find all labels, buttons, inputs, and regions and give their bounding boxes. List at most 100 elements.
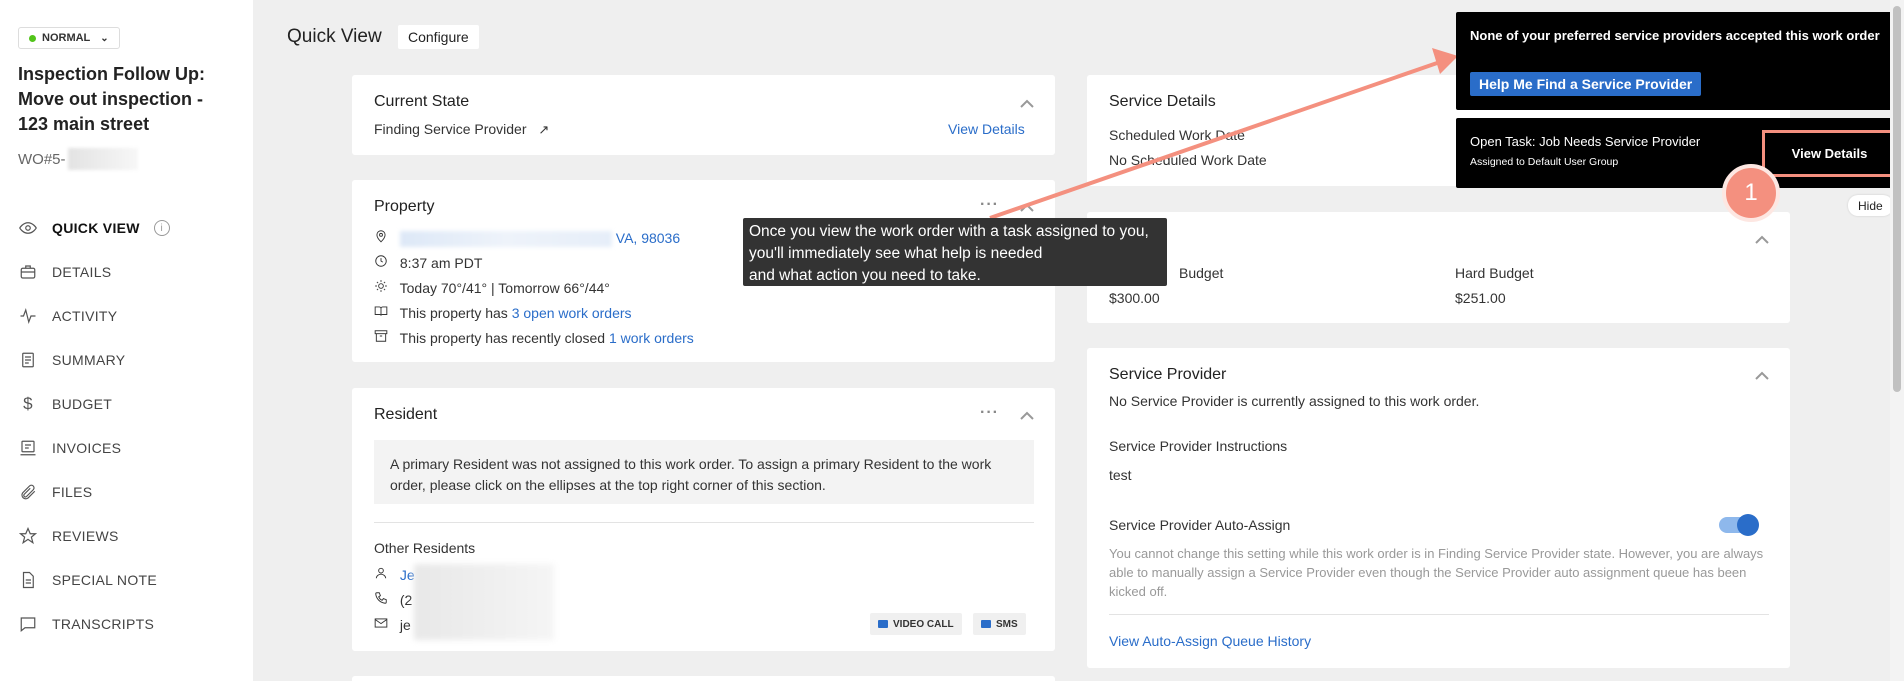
current-state-card: Current State Finding Service Provider ↗…	[352, 75, 1055, 155]
closed-work-orders-link[interactable]: 1 work orders	[609, 330, 694, 346]
card-title: Service Provider	[1109, 366, 1227, 383]
other-residents-title: Other Residents	[374, 540, 476, 556]
chevron-up-icon[interactable]	[1020, 408, 1034, 422]
notification-message: None of your preferred service providers…	[1470, 28, 1880, 43]
scroll-thumb[interactable]	[1893, 6, 1901, 392]
chevron-up-icon[interactable]	[1755, 368, 1769, 382]
current-state-value: Finding Service Provider ↗	[374, 121, 550, 137]
auto-assign-label: Service Provider Auto-Assign	[1109, 517, 1291, 533]
eye-icon	[18, 218, 38, 238]
step-badge: 1	[1722, 164, 1780, 222]
work-order-number: WO#5-	[18, 148, 138, 170]
help-find-provider-button[interactable]: Help Me Find a Service Provider	[1470, 72, 1702, 96]
property-time: 8:37 am PDT	[374, 254, 482, 271]
next-card	[352, 676, 1055, 681]
configure-button[interactable]: Configure	[398, 25, 479, 49]
clock-icon	[374, 254, 390, 268]
service-provider-card: Service Provider No Service Provider is …	[1087, 348, 1790, 668]
chat-icon	[18, 614, 38, 634]
info-icon[interactable]: i	[153, 220, 170, 236]
briefcase-icon	[18, 262, 38, 282]
video-icon	[878, 620, 888, 628]
more-options-icon[interactable]: ···	[980, 196, 999, 214]
resident-notice: A primary Resident was not assigned to t…	[374, 440, 1034, 504]
nav-label: TRANSCRIPTS	[52, 616, 155, 632]
sidebar: NORMAL ⌄ Inspection Follow Up: Move out …	[0, 0, 253, 681]
message-icon	[981, 620, 991, 628]
nav-item-files[interactable]: FILES	[18, 470, 243, 514]
archive-icon	[374, 329, 390, 343]
external-link-icon[interactable]: ↗	[538, 122, 549, 137]
activity-icon	[18, 306, 38, 326]
resident-name: Je	[374, 566, 415, 583]
property-weather: Today 70°/41° | Tomorrow 66°/44°	[374, 279, 610, 296]
auto-assign-queue-link[interactable]: View Auto-Assign Queue History	[1109, 633, 1311, 649]
resident-email: je	[374, 616, 411, 633]
view-details-link[interactable]: View Details	[948, 121, 1025, 137]
property-closed-orders: This property has recently closed 1 work…	[374, 329, 694, 346]
resident-phone: (2	[374, 591, 412, 608]
star-icon	[18, 526, 38, 546]
invoice-icon	[18, 438, 38, 458]
no-service-provider-text: No Service Provider is currently assigne…	[1109, 393, 1480, 409]
card-title: Resident	[374, 406, 438, 423]
more-options-icon[interactable]: ···	[980, 404, 999, 422]
phone-icon	[374, 591, 390, 605]
soft-budget-value: $300.00	[1109, 290, 1160, 306]
chevron-down-icon: ⌄	[100, 32, 109, 44]
work-order-title: Inspection Follow Up: Move out inspectio…	[18, 64, 205, 134]
nav-label: INVOICES	[52, 440, 122, 456]
notification-popup: None of your preferred service providers…	[1456, 12, 1898, 110]
divider	[374, 522, 1034, 523]
note-icon	[18, 570, 38, 590]
nav-item-special-note[interactable]: SPECIAL NOTE	[18, 558, 243, 602]
video-call-button[interactable]: VIDEO CALL	[870, 613, 962, 635]
soft-budget-label: Budget	[1179, 265, 1224, 281]
scrollbar[interactable]	[1890, 0, 1904, 681]
nav-label: SPECIAL NOTE	[52, 572, 157, 588]
auto-assign-note: You cannot change this setting while thi…	[1109, 546, 1764, 599]
chevron-up-icon[interactable]	[1020, 96, 1034, 110]
instructions-value: test	[1109, 467, 1132, 483]
card-title: Property	[374, 198, 435, 215]
nav-item-transcripts[interactable]: TRANSCRIPTS	[18, 602, 243, 646]
status-dot-icon	[29, 34, 36, 42]
user-icon	[374, 566, 390, 580]
nav-item-activity[interactable]: ACTIVITY	[18, 294, 243, 338]
paperclip-icon	[18, 482, 38, 502]
nav-label: REVIEWS	[52, 528, 119, 544]
property-open-orders: This property has 3 open work orders	[374, 304, 632, 321]
nav-label: FILES	[52, 484, 93, 500]
open-work-orders-link[interactable]: 3 open work orders	[512, 305, 632, 321]
hide-button[interactable]: Hide	[1848, 195, 1893, 216]
nav-label: SUMMARY	[52, 352, 126, 368]
task-assigned: Assigned to Default User Group	[1470, 156, 1619, 168]
sms-button[interactable]: SMS	[973, 613, 1026, 635]
hard-budget-value: $251.00	[1455, 290, 1506, 306]
status-dropdown[interactable]: NORMAL ⌄	[18, 27, 120, 49]
nav-item-budget[interactable]: $ BUDGET	[18, 382, 243, 426]
status-label: NORMAL	[42, 32, 91, 44]
onboarding-tooltip: Once you view the work order with a task…	[743, 218, 1167, 286]
nav-label: BUDGET	[52, 396, 113, 412]
scheduled-work-date-label: Scheduled Work Date	[1109, 127, 1245, 143]
document-icon	[18, 350, 38, 370]
page-title: Quick View	[287, 26, 382, 47]
book-icon	[374, 304, 390, 318]
nav-item-summary[interactable]: SUMMARY	[18, 338, 243, 382]
nav-item-details[interactable]: DETAILS	[18, 250, 243, 294]
dollar-icon: $	[23, 394, 33, 413]
budget-card: Budget $300.00 Hard Budget $251.00	[1087, 212, 1790, 323]
location-pin-icon	[374, 229, 390, 243]
nav-item-quick-view[interactable]: QUICK VIEW i	[18, 206, 243, 250]
auto-assign-toggle[interactable]	[1719, 514, 1759, 536]
task-view-details-button[interactable]: View Details	[1762, 130, 1897, 177]
nav-item-invoices[interactable]: INVOICES	[18, 426, 243, 470]
nav-item-reviews[interactable]: REVIEWS	[18, 514, 243, 558]
chevron-up-icon[interactable]	[1020, 200, 1034, 214]
nav-label: DETAILS	[52, 264, 112, 280]
chevron-up-icon[interactable]	[1755, 232, 1769, 246]
hard-budget-label: Hard Budget	[1455, 265, 1534, 281]
nav-label: QUICK VIEW	[52, 220, 140, 236]
task-title: Open Task: Job Needs Service Provider	[1470, 134, 1701, 149]
